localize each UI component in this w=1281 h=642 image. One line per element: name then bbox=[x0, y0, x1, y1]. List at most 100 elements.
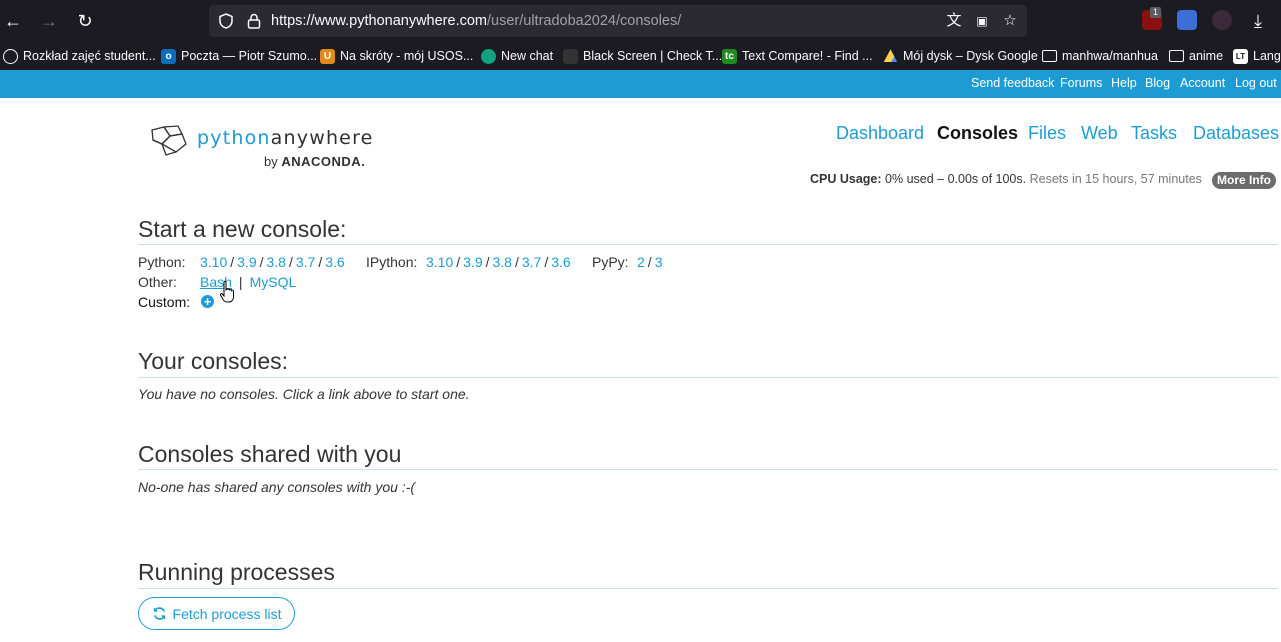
bookmark-item[interactable]: Rozkład zajęć student... bbox=[3, 47, 156, 65]
logo-anywhere: anywhere bbox=[270, 127, 374, 149]
bookmark-item[interactable]: o Poczta — Piotr Szumo... bbox=[161, 47, 317, 65]
other-label: Other: bbox=[138, 274, 177, 290]
logo-python: python bbox=[197, 127, 271, 149]
ipython-3-7-link[interactable]: 3.7 bbox=[522, 254, 541, 270]
bookmark-label: Mój dysk – Dysk Google bbox=[903, 49, 1038, 63]
account-link[interactable]: Account bbox=[1180, 76, 1225, 90]
bookmark-label: Black Screen | Check T... bbox=[583, 49, 723, 63]
ipython-3-8-link[interactable]: 3.8 bbox=[493, 254, 512, 270]
mysql-link[interactable]: MySQL bbox=[250, 274, 297, 290]
globe-icon bbox=[3, 48, 18, 64]
extension-icon[interactable] bbox=[1212, 10, 1232, 30]
translate-page-icon[interactable]: ▣ bbox=[973, 12, 991, 30]
address-bar[interactable]: https://www.pythonanywhere.com/user/ultr… bbox=[209, 5, 1027, 37]
bookmarks-bar: Rozkład zajęć student... o Poczta — Piotr… bbox=[0, 42, 1281, 70]
no-consoles-message: You have no consoles. Click a link above… bbox=[138, 386, 470, 402]
extension-badge: 1 bbox=[1150, 7, 1162, 18]
url-host: https://www.pythonanywhere.com bbox=[271, 13, 487, 29]
nav-databases[interactable]: Databases bbox=[1193, 123, 1279, 144]
bookmark-item[interactable]: tc Text Compare! - Find ... bbox=[722, 47, 873, 65]
more-info-button[interactable]: More Info bbox=[1212, 172, 1276, 189]
logout-link[interactable]: Log out bbox=[1235, 76, 1277, 90]
nav-dashboard[interactable]: Dashboard bbox=[836, 123, 924, 144]
bookmark-folder[interactable]: anime bbox=[1169, 47, 1223, 65]
ipython-label: IPython: bbox=[366, 254, 418, 270]
section-divider bbox=[138, 588, 1278, 589]
bookmark-label: Langu bbox=[1253, 49, 1281, 63]
shield-icon[interactable] bbox=[217, 12, 235, 30]
bookmark-star-icon[interactable]: ☆ bbox=[1001, 12, 1019, 30]
nav-web[interactable]: Web bbox=[1081, 123, 1118, 144]
languagetool-icon: LT bbox=[1233, 48, 1248, 64]
python-3-9-link[interactable]: 3.9 bbox=[237, 254, 256, 270]
running-processes-heading: Running processes bbox=[138, 559, 335, 585]
custom-label: Custom: bbox=[138, 294, 191, 310]
site-topbar: Send feedback Forums Help Blog Account L… bbox=[0, 70, 1281, 98]
hand-cursor-icon bbox=[219, 280, 234, 303]
pypy-2-link[interactable]: 2 bbox=[637, 254, 645, 270]
fetch-process-list-button[interactable]: Fetch process list bbox=[138, 597, 295, 630]
your-consoles-heading: Your consoles: bbox=[138, 348, 289, 374]
usos-icon: U bbox=[320, 48, 335, 64]
bookmark-label: Poczta — Piotr Szumo... bbox=[181, 49, 318, 63]
bookmark-folder[interactable]: manhwa/manhua bbox=[1042, 47, 1158, 65]
black-screen-icon bbox=[563, 48, 578, 64]
back-arrow-icon[interactable]: ← bbox=[1, 9, 25, 33]
start-console-heading: Start a new console: bbox=[138, 216, 347, 242]
google-drive-icon bbox=[883, 49, 898, 62]
shared-consoles-heading: Consoles shared with you bbox=[138, 441, 402, 467]
folder-icon bbox=[1169, 50, 1184, 62]
bookmark-item[interactable]: New chat bbox=[481, 47, 553, 65]
folder-icon bbox=[1042, 50, 1057, 62]
nav-consoles[interactable]: Consoles bbox=[937, 123, 1018, 144]
site-logo[interactable]: pythonanywhere by ANACONDA. bbox=[148, 122, 378, 174]
help-link[interactable]: Help bbox=[1111, 76, 1137, 90]
translator-extension-icon[interactable] bbox=[1177, 10, 1197, 30]
bookmark-item[interactable]: Black Screen | Check T... bbox=[563, 47, 722, 65]
lock-icon[interactable] bbox=[245, 12, 263, 30]
bookmark-item[interactable]: Mój dysk – Dysk Google bbox=[883, 47, 1038, 65]
bookmark-item[interactable]: LT Langu bbox=[1233, 47, 1281, 65]
python-3-6-link[interactable]: 3.6 bbox=[325, 254, 344, 270]
logo-byline: by ANACONDA. bbox=[264, 154, 365, 169]
nav-files[interactable]: Files bbox=[1028, 123, 1066, 144]
python-3-8-link[interactable]: 3.8 bbox=[267, 254, 286, 270]
bookmark-label: New chat bbox=[501, 49, 554, 63]
python-3-7-link[interactable]: 3.7 bbox=[296, 254, 315, 270]
no-shared-consoles-message: No-one has shared any consoles with you … bbox=[138, 479, 416, 495]
section-divider bbox=[138, 244, 1278, 245]
section-divider bbox=[138, 469, 1278, 470]
logo-wordmark: pythonanywhere bbox=[197, 127, 374, 149]
url-path: /user/ultradoba2024/consoles/ bbox=[487, 13, 682, 29]
python-label: Python: bbox=[138, 254, 186, 270]
forums-link[interactable]: Forums bbox=[1060, 76, 1102, 90]
reload-icon[interactable]: ↻ bbox=[73, 9, 97, 33]
other-consoles: Bash | MySQL bbox=[200, 274, 296, 290]
ipython-3-10-link[interactable]: 3.10 bbox=[426, 254, 453, 270]
pypy-3-link[interactable]: 3 bbox=[655, 254, 663, 270]
url-text[interactable]: https://www.pythonanywhere.com/user/ultr… bbox=[271, 13, 681, 29]
pythonanywhere-snake-icon bbox=[151, 125, 187, 156]
pypy-label: PyPy: bbox=[592, 254, 629, 270]
forward-arrow-icon[interactable]: → bbox=[37, 9, 61, 33]
ipython-3-9-link[interactable]: 3.9 bbox=[463, 254, 482, 270]
nav-tasks[interactable]: Tasks bbox=[1131, 123, 1177, 144]
logo-by: by bbox=[264, 154, 278, 169]
bookmark-item[interactable]: U Na skróty - mój USOS... bbox=[320, 47, 473, 65]
bookmark-label: Rozkład zajęć student... bbox=[23, 49, 156, 63]
download-icon[interactable]: ⤓ bbox=[1246, 9, 1270, 33]
refresh-icon bbox=[153, 607, 165, 620]
ipython-3-6-link[interactable]: 3.6 bbox=[551, 254, 570, 270]
blog-link[interactable]: Blog bbox=[1145, 76, 1170, 90]
chatgpt-icon bbox=[481, 48, 496, 64]
cpu-usage-value: 0% used – 0.00s of 100s. bbox=[885, 172, 1027, 186]
bookmark-label: anime bbox=[1189, 49, 1224, 63]
text-compare-icon: tc bbox=[722, 48, 737, 64]
python-3-10-link[interactable]: 3.10 bbox=[200, 254, 227, 270]
add-custom-console-plus-icon[interactable]: + bbox=[201, 295, 214, 308]
logo-anaconda: ANACONDA. bbox=[281, 154, 366, 169]
send-feedback-link[interactable]: Send feedback bbox=[971, 76, 1054, 90]
translate-icon[interactable]: 文 bbox=[945, 12, 963, 30]
bookmark-label: manhwa/manhua bbox=[1062, 49, 1158, 63]
cpu-reset-text: Resets in 15 hours, 57 minutes bbox=[1029, 172, 1202, 186]
